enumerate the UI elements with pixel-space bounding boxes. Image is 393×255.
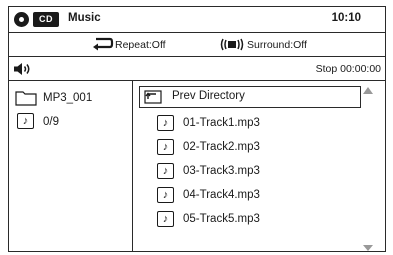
mode-bar: Repeat:Off Surround:Off — [9, 33, 385, 57]
folder-icon — [15, 91, 37, 106]
speaker-icon[interactable] — [13, 62, 33, 76]
repeat-status[interactable]: Repeat:Off — [115, 39, 166, 51]
title-bar: CD Music 10:10 — [9, 7, 385, 33]
repeat-icon[interactable] — [92, 37, 114, 51]
scroll-up-arrow-icon[interactable] — [363, 87, 373, 94]
music-note-icon: ♪ — [157, 211, 174, 227]
file-counter: 0/9 — [43, 116, 59, 128]
clock: 10:10 — [331, 12, 361, 24]
track-name: 01-Track1.mp3 — [183, 117, 260, 129]
surround-icon[interactable] — [219, 38, 245, 51]
folder-pane: MP3_001 ♪ 0/9 — [9, 81, 133, 251]
track-name: 03-Track3.mp3 — [183, 165, 260, 177]
scroll-down-arrow-icon[interactable] — [363, 245, 373, 251]
music-note-icon: ♪ — [157, 139, 174, 155]
music-player-window: CD Music 10:10 Repeat:Off Surround:Off S… — [8, 6, 386, 252]
file-list: Prev Directory ♪ 01-Track1.mp3 ♪ 02-Trac… — [133, 81, 385, 251]
surround-status[interactable]: Surround:Off — [247, 39, 307, 51]
track-name: 02-Track2.mp3 — [183, 141, 260, 153]
prev-directory-item[interactable]: Prev Directory — [139, 86, 361, 108]
music-note-icon: ♪ — [157, 187, 174, 203]
track-name: 05-Track5.mp3 — [183, 213, 260, 225]
cd-source-badge[interactable]: CD — [33, 12, 59, 27]
prev-directory-label: Prev Directory — [172, 90, 245, 102]
playback-state: Stop 00:00:00 — [315, 63, 381, 75]
disc-icon — [14, 12, 29, 27]
parent-directory-icon — [144, 90, 162, 104]
app-title: Music — [68, 12, 101, 24]
music-note-icon: ♪ — [157, 163, 174, 179]
music-note-icon: ♪ — [17, 113, 34, 129]
track-name: 04-Track4.mp3 — [183, 189, 260, 201]
status-bar: Stop 00:00:00 — [9, 57, 385, 81]
folder-name: MP3_001 — [43, 92, 93, 104]
music-note-icon: ♪ — [157, 115, 174, 131]
